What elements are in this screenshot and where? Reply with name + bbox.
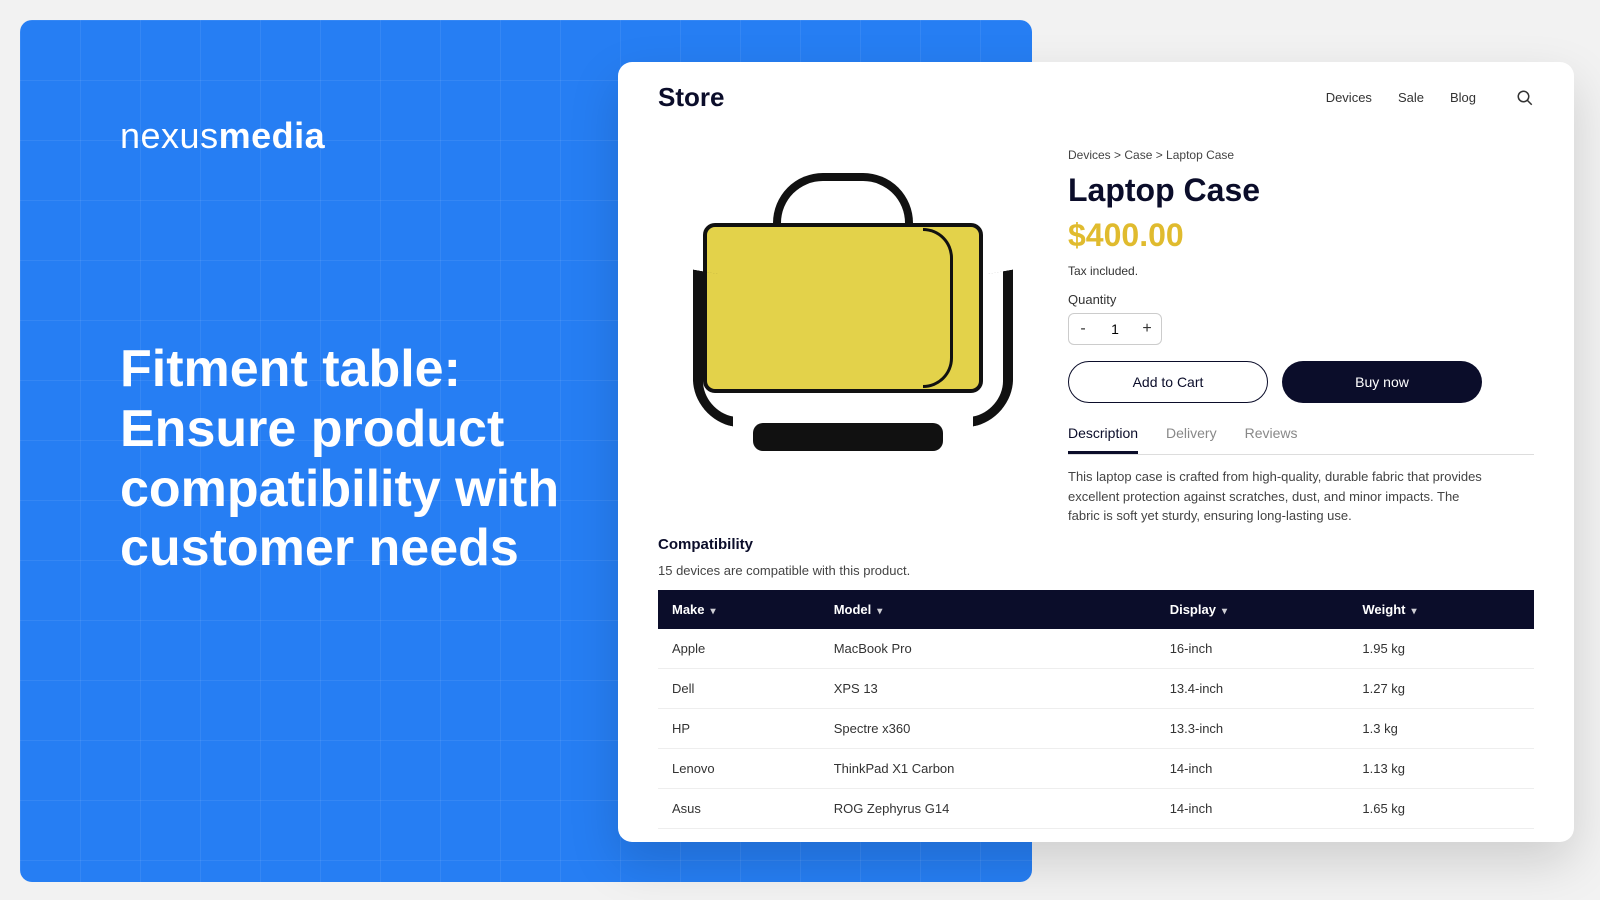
cell-display: 14-inch <box>1156 748 1349 788</box>
brand-thin: nexus <box>120 115 219 156</box>
brand-logo: nexusmedia <box>120 115 325 157</box>
cell-make: Lenovo <box>658 748 820 788</box>
compatibility-heading: Compatibility <box>658 536 1534 553</box>
nav-devices[interactable]: Devices <box>1326 90 1372 105</box>
tab-delivery[interactable]: Delivery <box>1166 425 1217 454</box>
cell-make: HP <box>658 708 820 748</box>
qty-value: 1 <box>1097 321 1133 337</box>
compatibility-section: Compatibility 15 devices are compatible … <box>618 526 1574 829</box>
quantity-label: Quantity <box>1068 292 1534 307</box>
product-image <box>658 143 1038 473</box>
cell-weight: 1.27 kg <box>1348 668 1534 708</box>
description-text: This laptop case is crafted from high-qu… <box>1068 467 1488 526</box>
table-row: LenovoThinkPad X1 Carbon14-inch1.13 kg <box>658 748 1534 788</box>
breadcrumb[interactable]: Devices > Case > Laptop Case <box>1068 148 1534 162</box>
top-nav: Devices Sale Blog <box>1326 90 1476 105</box>
quantity-stepper: - 1 + <box>1068 313 1162 345</box>
cell-weight: 1.13 kg <box>1348 748 1534 788</box>
cell-model: MacBook Pro <box>820 629 1156 669</box>
cell-weight: 1.3 kg <box>1348 708 1534 748</box>
chevron-down-icon: ▾ <box>711 606 716 617</box>
cell-model: ROG Zephyrus G14 <box>820 788 1156 828</box>
product-price: $400.00 <box>1068 217 1534 254</box>
nav-sale[interactable]: Sale <box>1398 90 1424 105</box>
cell-weight: 1.65 kg <box>1348 788 1534 828</box>
add-to-cart-button[interactable]: Add to Cart <box>1068 361 1268 403</box>
cell-model: ThinkPad X1 Carbon <box>820 748 1156 788</box>
brand-bold: media <box>219 115 326 156</box>
tax-note: Tax included. <box>1068 264 1534 278</box>
col-make[interactable]: Make▾ <box>658 590 820 629</box>
product-details: Devices > Case > Laptop Case Laptop Case… <box>1068 143 1534 526</box>
nav-blog[interactable]: Blog <box>1450 90 1476 105</box>
product-title: Laptop Case <box>1068 172 1534 209</box>
cell-make: Asus <box>658 788 820 828</box>
cell-model: Spectre x360 <box>820 708 1156 748</box>
cell-model: XPS 13 <box>820 668 1156 708</box>
search-icon[interactable] <box>1516 89 1534 107</box>
qty-increase-button[interactable]: + <box>1133 314 1161 344</box>
chevron-down-icon: ▾ <box>1411 606 1416 617</box>
chevron-down-icon: ▾ <box>877 606 882 617</box>
detail-tabs: Description Delivery Reviews <box>1068 425 1534 455</box>
chevron-down-icon: ▾ <box>1222 606 1227 617</box>
compatibility-note: 15 devices are compatible with this prod… <box>658 563 1534 578</box>
col-model[interactable]: Model▾ <box>820 590 1156 629</box>
store-card: Store Devices Sale Blog <box>618 62 1574 842</box>
cell-make: Dell <box>658 668 820 708</box>
cell-display: 14-inch <box>1156 788 1349 828</box>
table-row: DellXPS 1313.4-inch1.27 kg <box>658 668 1534 708</box>
table-row: HPSpectre x36013.3-inch1.3 kg <box>658 708 1534 748</box>
cell-display: 16-inch <box>1156 629 1349 669</box>
cell-weight: 1.95 kg <box>1348 629 1534 669</box>
col-weight[interactable]: Weight▾ <box>1348 590 1534 629</box>
table-row: AppleMacBook Pro16-inch1.95 kg <box>658 629 1534 669</box>
buy-now-button[interactable]: Buy now <box>1282 361 1482 403</box>
promo-headline: Fitment table: Ensure product compatibil… <box>120 340 600 579</box>
cell-display: 13.3-inch <box>1156 708 1349 748</box>
tab-reviews[interactable]: Reviews <box>1245 425 1298 454</box>
cell-make: Apple <box>658 629 820 669</box>
store-name: Store <box>658 82 724 113</box>
qty-decrease-button[interactable]: - <box>1069 314 1097 344</box>
compatibility-table: Make▾ Model▾ Display▾ Weight▾ AppleMacBo… <box>658 590 1534 829</box>
cell-display: 13.4-inch <box>1156 668 1349 708</box>
table-row: AsusROG Zephyrus G1414-inch1.65 kg <box>658 788 1534 828</box>
col-display[interactable]: Display▾ <box>1156 590 1349 629</box>
tab-description[interactable]: Description <box>1068 425 1138 454</box>
store-header: Store Devices Sale Blog <box>618 62 1574 133</box>
